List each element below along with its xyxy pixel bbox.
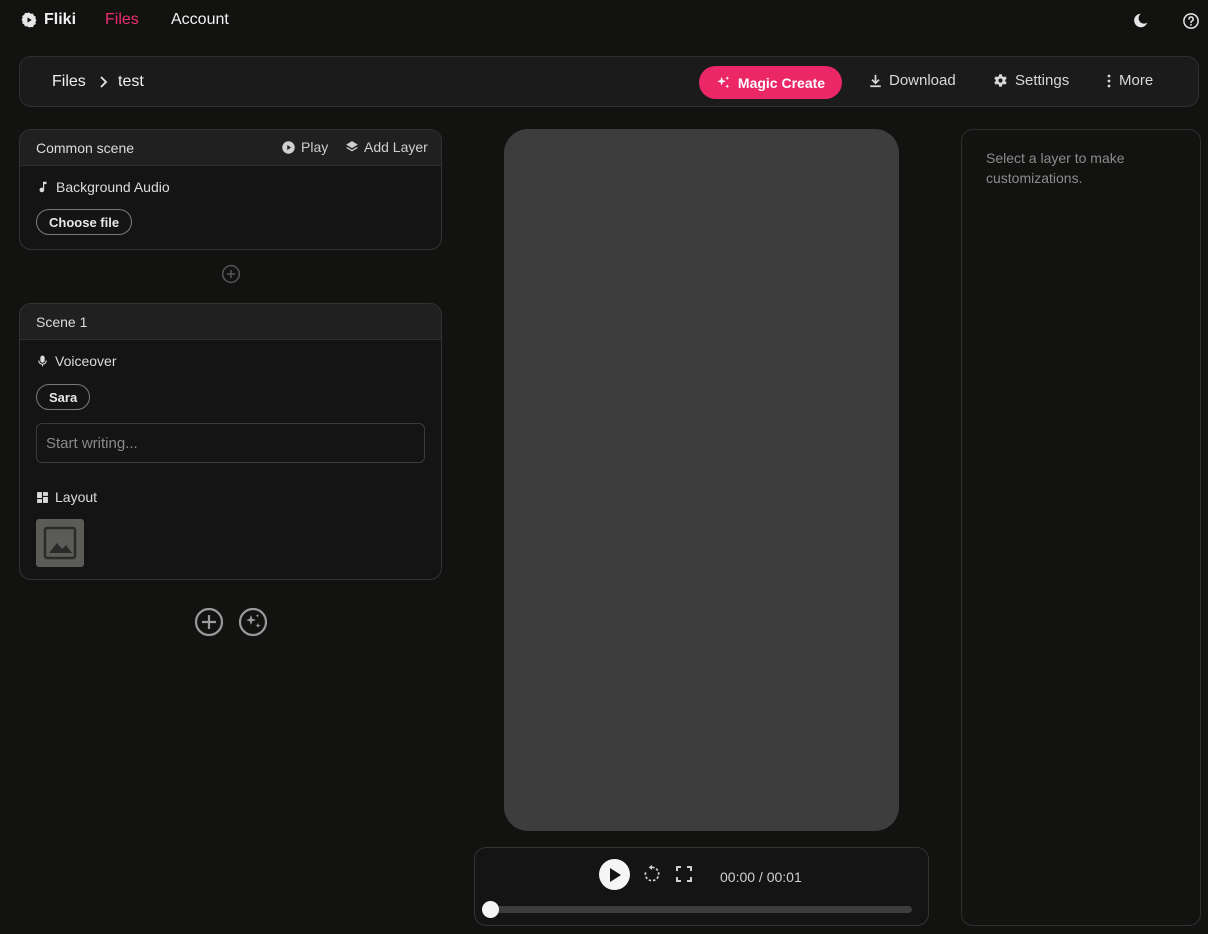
layout-thumbnail[interactable] bbox=[36, 519, 84, 567]
download-label: Download bbox=[889, 72, 956, 89]
voiceover-label: Voiceover bbox=[36, 353, 116, 369]
fullscreen-icon[interactable] bbox=[676, 866, 692, 882]
dark-mode-moon-icon[interactable] bbox=[1132, 12, 1149, 29]
more-button[interactable]: More bbox=[1106, 72, 1153, 89]
play-scene-button[interactable]: Play bbox=[281, 139, 328, 155]
play-button[interactable] bbox=[599, 859, 630, 890]
layout-label: Layout bbox=[36, 489, 97, 505]
sparkles-icon bbox=[716, 75, 731, 90]
customization-hint: Select a layer to make customizations. bbox=[986, 150, 1125, 186]
play-label: Play bbox=[301, 139, 329, 155]
settings-button[interactable]: Settings bbox=[993, 72, 1069, 89]
magic-create-label: Magic Create bbox=[737, 74, 826, 91]
background-audio-text: Background Audio bbox=[56, 179, 170, 195]
scene-1-title: Scene 1 bbox=[36, 314, 88, 330]
replay-icon[interactable] bbox=[642, 864, 662, 884]
brand-name: Fliki bbox=[44, 11, 77, 28]
video-preview-canvas[interactable] bbox=[504, 129, 899, 831]
progress-thumb[interactable] bbox=[482, 901, 499, 918]
script-input[interactable] bbox=[37, 424, 424, 462]
voiceover-text: Voiceover bbox=[55, 353, 117, 369]
play-circle-icon bbox=[281, 140, 296, 155]
background-audio-label: Background Audio bbox=[36, 179, 170, 195]
music-note-icon bbox=[36, 180, 50, 194]
editor-toolbar: Files test Magic Create Download Setting… bbox=[19, 56, 1199, 107]
nav-account-link[interactable]: Account bbox=[171, 11, 229, 29]
more-vertical-icon bbox=[1106, 74, 1112, 88]
voice-selector-button[interactable]: Sara bbox=[36, 384, 91, 410]
time-display: 00:00 / 00:01 bbox=[720, 869, 802, 885]
brand-logo[interactable]: Fliki bbox=[20, 11, 76, 29]
add-layer-button[interactable]: Add Layer bbox=[345, 139, 428, 155]
settings-label: Settings bbox=[1015, 72, 1070, 89]
common-scene-title: Common scene bbox=[36, 140, 135, 156]
playback-controls: 00:00 / 00:01 bbox=[474, 847, 929, 926]
script-text-field[interactable] bbox=[36, 423, 425, 463]
progress-track[interactable] bbox=[489, 906, 912, 913]
nav-files-link[interactable]: Files bbox=[105, 11, 139, 29]
add-scene-small-icon[interactable] bbox=[221, 264, 241, 284]
common-scene-header: Common scene Play Add Layer bbox=[20, 130, 441, 166]
common-scene-card: Common scene Play Add Layer Background A… bbox=[19, 129, 442, 250]
microphone-icon bbox=[36, 354, 49, 368]
download-button[interactable]: Download bbox=[869, 72, 956, 89]
scene-1-card: Scene 1 Voiceover Sara Layout bbox=[19, 303, 442, 580]
choose-file-button[interactable]: Choose file bbox=[36, 209, 133, 235]
layout-grid-icon bbox=[36, 491, 49, 504]
scene-1-header: Scene 1 bbox=[20, 304, 441, 340]
download-icon bbox=[869, 74, 882, 88]
breadcrumb-files[interactable]: Files bbox=[52, 73, 86, 91]
magic-create-button[interactable]: Magic Create bbox=[699, 66, 842, 99]
play-icon bbox=[609, 867, 621, 882]
add-scene-icon[interactable] bbox=[194, 607, 224, 637]
add-layer-label: Add Layer bbox=[364, 139, 428, 155]
chevron-right-icon bbox=[98, 75, 108, 89]
breadcrumb-file-name: test bbox=[118, 73, 144, 90]
gear-icon bbox=[993, 73, 1008, 88]
more-label: More bbox=[1119, 72, 1154, 89]
magic-add-scene-icon[interactable] bbox=[238, 607, 268, 637]
top-nav: Fliki Files Account bbox=[0, 0, 1208, 42]
help-icon[interactable] bbox=[1182, 12, 1200, 30]
customization-panel: Select a layer to make customizations. bbox=[961, 129, 1201, 926]
layout-text: Layout bbox=[55, 489, 98, 505]
fliki-logo-icon bbox=[20, 11, 38, 29]
image-placeholder-icon bbox=[43, 526, 77, 560]
layers-icon bbox=[345, 140, 359, 154]
